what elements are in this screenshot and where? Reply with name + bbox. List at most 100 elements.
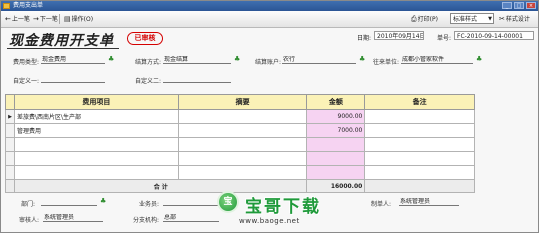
lookup-icon[interactable]: ♣ <box>108 55 114 63</box>
expense-type-label: 费用类型: <box>13 59 40 66</box>
branch-field[interactable]: 总部 <box>163 214 219 222</box>
table-row[interactable] <box>5 137 475 152</box>
lookup-icon[interactable]: ♣ <box>234 55 240 63</box>
column-header: 备注 <box>364 94 475 110</box>
clerk-field[interactable] <box>163 198 219 206</box>
row-indicator <box>5 179 15 193</box>
amount-cell[interactable]: 9000.00 <box>306 109 366 124</box>
summary-cell[interactable] <box>177 165 308 180</box>
settle-account-field[interactable]: 农行 <box>282 56 356 64</box>
design-button[interactable]: ✂样式设计 <box>499 14 530 24</box>
expense-item-cell[interactable] <box>13 151 179 166</box>
title-bar: 费用支出单 _ □ × <box>1 1 538 11</box>
expense-type-field[interactable]: 现金费用 <box>41 56 105 64</box>
arrow-right-icon: → <box>33 15 39 23</box>
page-title: 现金费用开支单 <box>9 33 114 49</box>
close-button[interactable]: × <box>526 2 536 9</box>
clerk-label: 业务员: <box>139 201 160 208</box>
note-cell[interactable] <box>364 165 475 180</box>
order-no-label: 单号: <box>437 35 452 42</box>
operate-menu-button[interactable]: ▤操作(O) <box>64 14 93 24</box>
custom2-field[interactable] <box>163 75 231 83</box>
column-header: 金额 <box>306 94 366 110</box>
maker-field: 系统管理员 <box>399 198 459 206</box>
settle-method-field[interactable]: 现金结算 <box>163 56 231 64</box>
watermark-url: www.baoge.net <box>239 217 300 225</box>
column-header: 摘要 <box>177 94 308 110</box>
amount-cell[interactable]: 7000.00 <box>306 123 366 138</box>
arrow-left-icon: ← <box>5 15 11 23</box>
watermark-logo-icon: 宝 <box>217 191 239 213</box>
department-label: 部门: <box>21 201 36 208</box>
total-note-cell <box>364 179 475 193</box>
watermark-text: 宝哥下载 <box>245 197 321 217</box>
summary-cell[interactable] <box>177 109 308 124</box>
document-header: 现金费用开支单 已审核 日期: 2010年09月14日 单号: FC-2010-… <box>1 28 538 50</box>
current-row-arrow-icon: ▶ <box>5 109 15 124</box>
row-indicator <box>5 151 15 166</box>
printer-icon: ⎙ <box>411 15 417 23</box>
company-label: 往来单位: <box>373 59 400 66</box>
row-indicator <box>5 165 15 180</box>
operate-icon: ▤ <box>64 15 71 23</box>
expense-item-cell[interactable] <box>13 165 179 180</box>
date-field[interactable]: 2010年09月14日 <box>374 31 424 40</box>
row-indicator <box>5 123 15 138</box>
lookup-icon[interactable]: ♣ <box>476 55 482 63</box>
toolbar-divider <box>59 14 60 24</box>
company-field[interactable]: 成都小管家软件 <box>401 56 473 64</box>
amount-cell[interactable] <box>306 137 366 152</box>
summary-cell[interactable] <box>177 137 308 152</box>
custom2-label: 自定义二: <box>135 78 162 85</box>
note-cell[interactable] <box>364 151 475 166</box>
expense-item-cell[interactable]: 差旅费\西南片区\生产部 <box>13 109 179 124</box>
expense-item-cell[interactable] <box>13 137 179 152</box>
expense-item-cell[interactable]: 管理费用 <box>13 123 179 138</box>
order-no-field[interactable]: FC-2010-09-14-00001 <box>454 31 534 40</box>
amount-cell[interactable] <box>306 165 366 180</box>
table-row[interactable] <box>5 151 475 166</box>
row-indicator-header <box>5 94 15 110</box>
window-title: 费用支出单 <box>13 2 44 9</box>
lookup-icon[interactable]: ♣ <box>359 55 365 63</box>
table-row[interactable]: ▶ 差旅费\西南片区\生产部 9000.00 <box>5 109 475 124</box>
amount-cell[interactable] <box>306 151 366 166</box>
department-field[interactable] <box>41 198 97 206</box>
custom1-field[interactable] <box>41 75 105 83</box>
summary-cell[interactable] <box>177 151 308 166</box>
next-button[interactable]: →下一笔 <box>33 14 58 24</box>
watermark: 宝 宝哥下载 www.baoge.net <box>217 191 345 231</box>
settle-method-label: 结算方式: <box>135 59 162 66</box>
print-button[interactable]: ⎙打印(P) <box>411 14 438 24</box>
table-row[interactable]: 管理费用 7000.00 <box>5 123 475 138</box>
note-cell[interactable] <box>364 109 475 124</box>
maker-label: 制单人: <box>371 201 392 208</box>
toolbar: ←上一笔 →下一笔 ▤操作(O) ⎙打印(P) 标准样式 ▼ ✂样式设计 <box>1 11 538 28</box>
date-label: 日期: <box>357 35 372 42</box>
branch-label: 分支机构: <box>133 217 160 224</box>
column-header: 费用项目 <box>13 94 179 110</box>
window: 费用支出单 _ □ × ←上一笔 →下一笔 ▤操作(O) ⎙打印(P) 标准样式… <box>0 0 539 233</box>
note-cell[interactable] <box>364 137 475 152</box>
row-indicator <box>5 137 15 152</box>
table-header-row: 费用项目 摘要 金额 备注 <box>5 94 475 110</box>
minimize-button[interactable]: _ <box>502 2 512 9</box>
auditor-label: 审核人: <box>19 217 40 224</box>
style-select[interactable]: 标准样式 ▼ <box>450 13 494 24</box>
table-row[interactable] <box>5 165 475 180</box>
auditor-field: 系统管理员 <box>43 214 103 222</box>
summary-cell[interactable] <box>177 123 308 138</box>
title-underline <box>7 48 119 49</box>
wrench-icon: ✂ <box>499 15 505 23</box>
chevron-down-icon: ▼ <box>488 16 492 22</box>
settle-account-label: 结算账户: <box>255 59 282 66</box>
audited-stamp: 已审核 <box>127 32 163 45</box>
prev-button[interactable]: ←上一笔 <box>5 14 30 24</box>
lookup-icon[interactable]: ♣ <box>100 197 106 205</box>
form-top: 费用类型: 现金费用 ♣ 结算方式: 现金结算 ♣ 结算账户: 农行 ♣ 往来单… <box>1 52 538 90</box>
maximize-button[interactable]: □ <box>514 2 524 9</box>
custom1-label: 自定义一: <box>13 78 40 85</box>
app-icon <box>3 3 10 9</box>
expense-table: 费用项目 摘要 金额 备注 ▶ 差旅费\西南片区\生产部 9000.00 管理费… <box>5 94 475 193</box>
note-cell[interactable] <box>364 123 475 138</box>
